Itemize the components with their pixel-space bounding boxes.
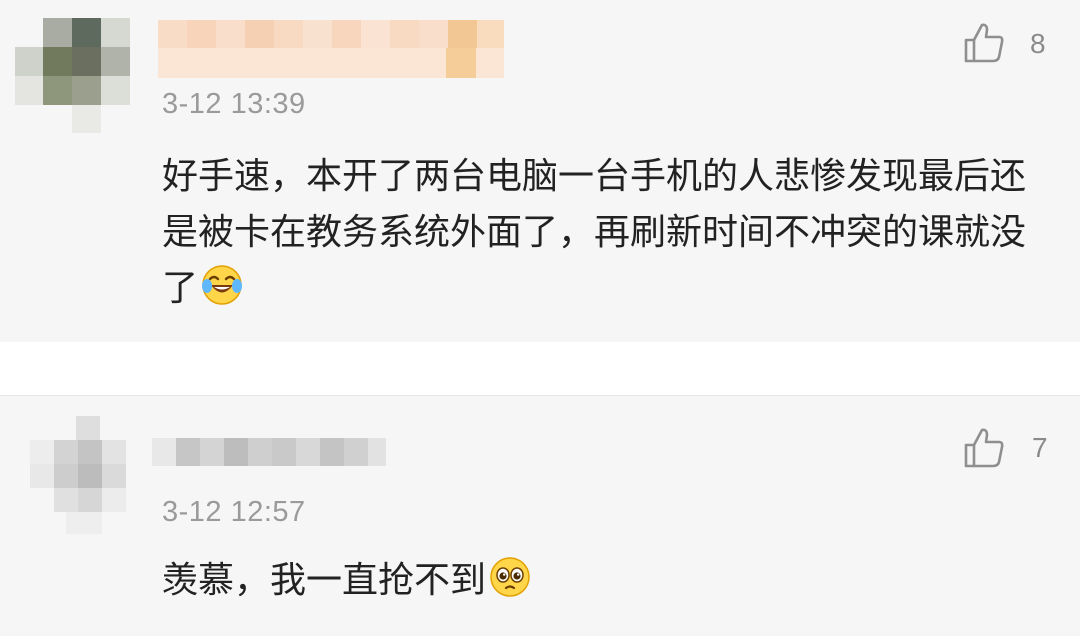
pleading-eyes-emoji-icon (490, 557, 530, 597)
comment-text: 羡慕，我一直抢不到 (162, 553, 1042, 609)
like-button[interactable] (962, 21, 1006, 65)
comment-text-content: 好手速，本开了两台电脑一台手机的人悲惨发现最后还是被卡在教务系统外面了，再刷新时… (162, 156, 1027, 309)
username-blurred[interactable] (152, 438, 386, 466)
comment-card: 3-12 13:39 好手速，本开了两台电脑一台手机的人悲惨发现最后还是被卡在教… (0, 0, 1080, 342)
thumbs-up-icon (964, 23, 1004, 63)
like-count: 7 (1032, 432, 1048, 463)
username-blurred[interactable] (158, 20, 504, 78)
like-button[interactable] (962, 426, 1006, 470)
comment-time: 3-12 13:39 (162, 88, 306, 120)
comment-time: 3-12 12:57 (162, 496, 306, 528)
comment-text: 好手速，本开了两台电脑一台手机的人悲惨发现最后还是被卡在教务系统外面了，再刷新时… (162, 149, 1042, 317)
like-count: 8 (1030, 28, 1046, 59)
laughing-crying-emoji-icon (202, 265, 243, 305)
avatar-blurred[interactable] (30, 416, 130, 536)
comment-card: 3-12 12:57 羡慕，我一直抢不到 7 (0, 395, 1080, 636)
comment-text-content: 羡慕，我一直抢不到 (162, 560, 487, 601)
avatar-blurred[interactable] (15, 18, 130, 133)
thumbs-up-icon (964, 428, 1004, 468)
